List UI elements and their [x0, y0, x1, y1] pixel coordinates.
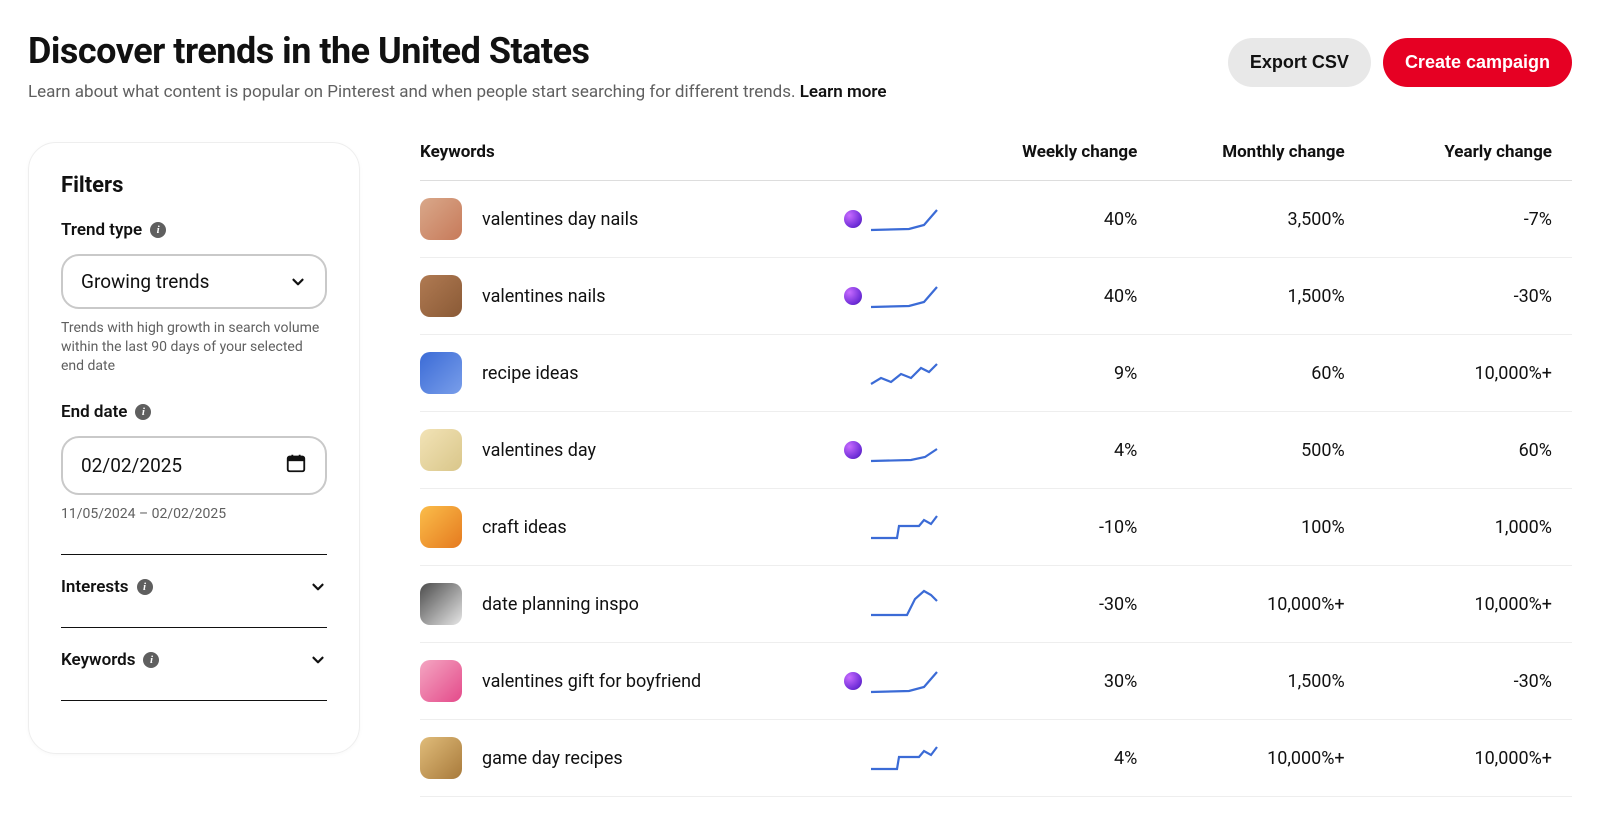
page-title: Discover trends in the United States [28, 30, 887, 72]
calendar-icon [285, 452, 307, 479]
weekly-change: 4% [950, 440, 1157, 461]
crystal-ball-icon [844, 672, 862, 690]
filters-heading: Filters [61, 173, 327, 198]
divider [61, 700, 327, 701]
table-row[interactable]: craft ideas -10%100%1,000% [420, 489, 1572, 566]
keyword-thumbnail [420, 506, 462, 548]
table-row[interactable]: date planning inspo-30%10,000%+10,000%+ [420, 566, 1572, 643]
end-date-value: 02/02/2025 [81, 454, 182, 477]
keyword-text: game day recipes [482, 748, 623, 769]
col-monthly: Monthly change [1157, 142, 1364, 162]
crystal-ball-icon [844, 441, 862, 459]
monthly-change: 10,000%+ [1157, 594, 1364, 615]
sparkline-icon [868, 508, 940, 547]
sparkline-icon [868, 431, 940, 470]
trend-type-select[interactable]: Growing trends [61, 254, 327, 309]
keyword-thumbnail [420, 198, 462, 240]
table-row[interactable]: game day recipes4%10,000%+10,000%+ [420, 720, 1572, 797]
table-row[interactable]: valentines day nails 40%3,500%-7% [420, 181, 1572, 258]
filters-panel: Filters Trend type i Growing trends Tren… [28, 142, 360, 754]
create-campaign-button[interactable]: Create campaign [1383, 38, 1572, 87]
weekly-change: 40% [950, 286, 1157, 307]
trend-type-help: Trends with high growth in search volume… [61, 319, 327, 376]
keyword-thumbnail [420, 660, 462, 702]
keyword-text: date planning inspo [482, 594, 639, 615]
col-keywords: Keywords [420, 142, 800, 162]
col-weekly: Weekly change [950, 142, 1157, 162]
keyword-text: valentines gift for boyfriend [482, 671, 701, 692]
crystal-ball-icon [844, 287, 862, 305]
table-header: Keywords Weekly change Monthly change Ye… [420, 142, 1572, 181]
keyword-thumbnail [420, 275, 462, 317]
keyword-thumbnail [420, 583, 462, 625]
yearly-change: -30% [1365, 286, 1572, 307]
keyword-text: valentines nails [482, 286, 606, 307]
col-yearly: Yearly change [1365, 142, 1572, 162]
divider [61, 627, 327, 628]
monthly-change: 500% [1157, 440, 1364, 461]
sparkline-icon [868, 354, 940, 393]
yearly-change: 10,000%+ [1365, 363, 1572, 384]
sparkline-icon [868, 200, 940, 239]
chevron-down-icon [309, 578, 327, 596]
chevron-down-icon [309, 651, 327, 669]
keyword-text: valentines day nails [482, 209, 638, 230]
yearly-change: -7% [1365, 209, 1572, 230]
trend-type-value: Growing trends [81, 270, 209, 293]
trends-table: Keywords Weekly change Monthly change Ye… [420, 142, 1572, 797]
interests-label: Interests [61, 577, 129, 597]
trend-type-label: Trend type i [61, 220, 327, 240]
sparkline-icon [868, 662, 940, 701]
yearly-change: -30% [1365, 671, 1572, 692]
keyword-text: craft ideas [482, 517, 567, 538]
keyword-thumbnail [420, 737, 462, 779]
weekly-change: 40% [950, 209, 1157, 230]
yearly-change: 1,000% [1365, 517, 1572, 538]
sparkline-icon [868, 739, 940, 778]
weekly-change: -10% [950, 517, 1157, 538]
monthly-change: 1,500% [1157, 671, 1364, 692]
subtitle-text: Learn about what content is popular on P… [28, 82, 800, 102]
monthly-change: 1,500% [1157, 286, 1364, 307]
keywords-section-toggle[interactable]: Keywords i [61, 650, 327, 670]
weekly-change: -30% [950, 594, 1157, 615]
monthly-change: 3,500% [1157, 209, 1364, 230]
learn-more-link[interactable]: Learn more [800, 82, 887, 102]
weekly-change: 30% [950, 671, 1157, 692]
keyword-text: valentines day [482, 440, 596, 461]
weekly-change: 9% [950, 363, 1157, 384]
info-icon[interactable]: i [143, 652, 159, 668]
yearly-change: 10,000%+ [1365, 748, 1572, 769]
table-row[interactable]: recipe ideas 9%60%10,000%+ [420, 335, 1572, 412]
yearly-change: 60% [1365, 440, 1572, 461]
info-icon[interactable]: i [150, 222, 166, 238]
end-date-label: End date i [61, 402, 327, 422]
trend-type-label-text: Trend type [61, 220, 142, 240]
chevron-down-icon [289, 273, 307, 291]
keyword-thumbnail [420, 352, 462, 394]
monthly-change: 10,000%+ [1157, 748, 1364, 769]
table-row[interactable]: valentines day 4%500%60% [420, 412, 1572, 489]
end-date-input[interactable]: 02/02/2025 [61, 436, 327, 495]
monthly-change: 100% [1157, 517, 1364, 538]
weekly-change: 4% [950, 748, 1157, 769]
monthly-change: 60% [1157, 363, 1364, 384]
date-range-help: 11/05/2024 – 02/02/2025 [61, 505, 327, 524]
divider [61, 554, 327, 555]
end-date-label-text: End date [61, 402, 127, 422]
interests-section-toggle[interactable]: Interests i [61, 577, 327, 597]
page-subtitle: Learn about what content is popular on P… [28, 82, 887, 102]
yearly-change: 10,000%+ [1365, 594, 1572, 615]
table-row[interactable]: valentines gift for boyfriend 30%1,500%-3… [420, 643, 1572, 720]
keyword-thumbnail [420, 429, 462, 471]
export-csv-button[interactable]: Export CSV [1228, 38, 1371, 87]
sparkline-icon [868, 277, 940, 316]
crystal-ball-icon [844, 210, 862, 228]
keyword-text: recipe ideas [482, 363, 579, 384]
info-icon[interactable]: i [137, 579, 153, 595]
table-row[interactable]: valentines nails 40%1,500%-30% [420, 258, 1572, 335]
keywords-label: Keywords [61, 650, 135, 670]
sparkline-icon [868, 585, 940, 624]
info-icon[interactable]: i [135, 404, 151, 420]
